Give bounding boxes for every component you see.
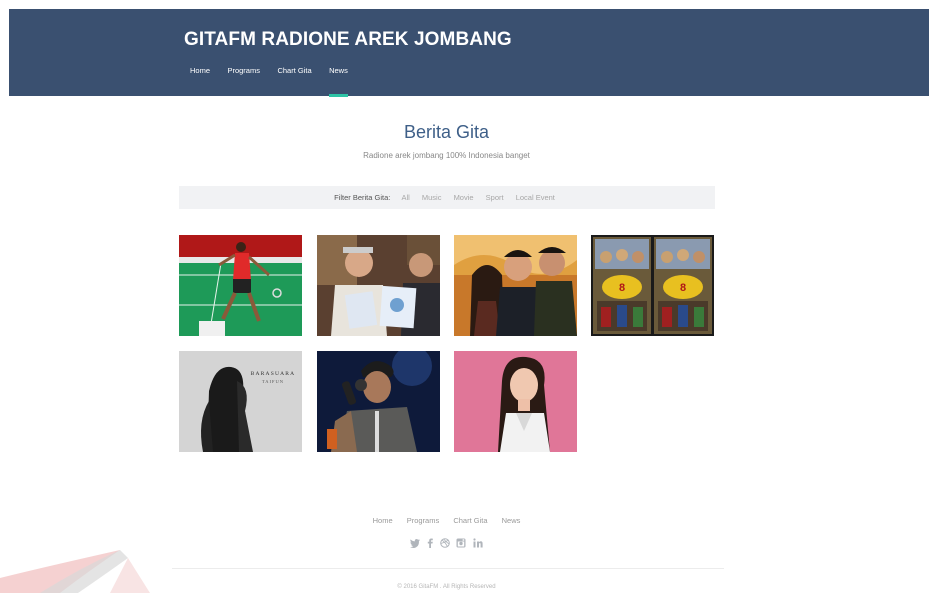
footer-nav-chart-gita[interactable]: Chart Gita (453, 516, 487, 525)
section-subtitle: Radione arek jombang 100% Indonesia bang… (363, 151, 530, 160)
footer-nav-home[interactable]: Home (373, 516, 393, 525)
nav-news[interactable]: News (329, 66, 348, 97)
main-nav: Home Programs Chart Gita News (190, 60, 361, 97)
news-thumb-badminton[interactable] (179, 235, 302, 336)
barasuara-taifun-album-cover: BARASUARA TAIFUN (179, 351, 302, 452)
filter-sport[interactable]: Sport (486, 193, 504, 202)
footer-nav: Home Programs Chart Gita News (0, 516, 893, 525)
watermark-logo (0, 550, 150, 593)
album-cover-text: BARASUARA (251, 371, 296, 377)
svg-text:8: 8 (619, 282, 625, 294)
album-cover-subtext: TAIFUN (262, 379, 284, 384)
badminton-player-photo (179, 235, 302, 336)
linkedin-icon[interactable] (473, 538, 483, 551)
instagram-icon[interactable] (456, 538, 469, 551)
news-thumb-barasuara[interactable]: BARASUARA TAIFUN (179, 351, 302, 452)
news-thumb-singer[interactable] (317, 351, 440, 452)
facebook-icon[interactable] (427, 538, 436, 551)
site-header: GITAFM RADIONE AREK JOMBANG Home Program… (9, 9, 929, 97)
dribbble-icon[interactable] (439, 538, 453, 551)
movie-poster-three-actors (454, 235, 577, 336)
movie-poster-comic-8-kasino-king: 8 8 (591, 235, 714, 336)
twitter-icon[interactable] (409, 539, 423, 551)
svg-text:8: 8 (680, 282, 686, 294)
filter-all[interactable]: All (401, 193, 409, 202)
site-title[interactable]: GITAFM RADIONE AREK JOMBANG (184, 29, 512, 51)
nav-programs[interactable]: Programs (227, 66, 260, 75)
nav-chart-gita[interactable]: Chart Gita (277, 66, 311, 75)
footer-divider (172, 568, 724, 569)
news-thumb-woman-portrait[interactable] (454, 351, 577, 452)
filter-music[interactable]: Music (422, 193, 442, 202)
section-title: Berita Gita (403, 122, 490, 142)
woman-portrait-pink-background (454, 351, 577, 452)
news-thumb-officials[interactable] (317, 235, 440, 336)
filter-local-event[interactable]: Local Event (516, 193, 555, 202)
officials-holding-certificate-photo (317, 235, 440, 336)
news-thumb-movie-poster[interactable] (454, 235, 577, 336)
singer-with-microphone-photo (317, 351, 440, 452)
news-filter-bar: Filter Berita Gita: All Music Movie Spor… (179, 186, 715, 209)
news-thumb-comic8[interactable]: 8 8 (591, 235, 714, 336)
filter-movie[interactable]: Movie (454, 193, 474, 202)
footer-nav-programs[interactable]: Programs (407, 516, 440, 525)
filter-label: Filter Berita Gita: (334, 193, 391, 202)
nav-home[interactable]: Home (190, 66, 210, 75)
footer-nav-news[interactable]: News (502, 516, 521, 525)
